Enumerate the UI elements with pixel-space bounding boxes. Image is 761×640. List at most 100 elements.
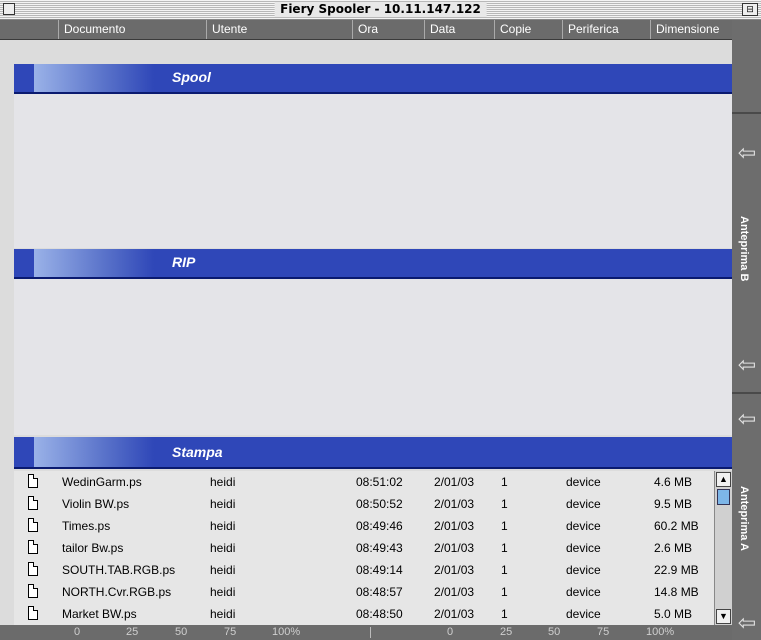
- rip-section-header[interactable]: RIP: [14, 249, 732, 279]
- spool-banner-image: [34, 64, 154, 92]
- job-name: Violin BW.ps: [62, 497, 130, 511]
- scale-label: 50: [548, 626, 561, 638]
- column-header-bar: Documento Utente Ora Data Copie Periferi…: [0, 20, 732, 40]
- spool-section-header[interactable]: Spool: [14, 64, 732, 94]
- table-row[interactable]: Market BW.ps heidi 08:48:50 2/01/03 1 de…: [14, 603, 714, 625]
- job-copies: 1: [501, 585, 508, 599]
- job-date: 2/01/03: [434, 563, 475, 577]
- table-row[interactable]: Violin BW.ps heidi 08:50:52 2/01/03 1 de…: [14, 493, 714, 515]
- scroll-down-arrow-icon[interactable]: ▼: [716, 609, 731, 624]
- job-time: 08:48:57: [356, 585, 403, 599]
- print-banner-image: [34, 437, 154, 467]
- job-size: 9.5 MB: [654, 497, 693, 511]
- scale-label: 0: [447, 626, 454, 638]
- job-time: 08:51:02: [356, 475, 403, 489]
- job-time: 08:49:43: [356, 541, 403, 555]
- preview-b-label[interactable]: Anteprima B: [738, 216, 750, 281]
- preview-a-bottom-arrow-icon[interactable]: ⇦: [736, 612, 758, 634]
- preview-a-arrow-icon[interactable]: ⇦: [736, 408, 758, 430]
- job-device: device: [566, 607, 601, 621]
- print-section-label: Stampa: [172, 444, 223, 460]
- job-copies: 1: [501, 541, 508, 555]
- job-name: Market BW.ps: [62, 607, 137, 621]
- job-name: NORTH.Cvr.RGB.ps: [62, 585, 172, 599]
- job-name: WedinGarm.ps: [62, 475, 142, 489]
- job-size: 22.9 MB: [654, 563, 699, 577]
- column-documento[interactable]: Documento: [58, 20, 206, 39]
- panel-divider: [732, 112, 761, 114]
- job-user: heidi: [210, 519, 236, 533]
- column-utente[interactable]: Utente: [206, 20, 352, 39]
- scale-label: 25: [500, 626, 513, 638]
- spool-job-list[interactable]: [14, 94, 732, 248]
- column-ora[interactable]: Ora: [352, 20, 424, 39]
- job-date: 2/01/03: [434, 585, 475, 599]
- job-date: 2/01/03: [434, 541, 475, 555]
- job-size: 14.8 MB: [654, 585, 699, 599]
- job-date: 2/01/03: [434, 519, 475, 533]
- print-job-list[interactable]: WedinGarm.ps heidi 08:51:02 2/01/03 1 de…: [14, 471, 714, 625]
- job-time: 08:49:14: [356, 563, 403, 577]
- progress-scale-bar: 0 25 50 75 100% 0 25 50 75 100%: [0, 625, 732, 640]
- table-row[interactable]: SOUTH.TAB.RGB.ps heidi 08:49:14 2/01/03 …: [14, 559, 714, 581]
- job-date: 2/01/03: [434, 475, 475, 489]
- job-copies: 1: [501, 497, 508, 511]
- document-icon: [28, 540, 38, 554]
- document-icon: [28, 562, 38, 576]
- scale-label: 100%: [272, 626, 301, 638]
- document-icon: [28, 496, 38, 510]
- rip-job-list[interactable]: [14, 279, 732, 435]
- table-row[interactable]: NORTH.Cvr.RGB.ps heidi 08:48:57 2/01/03 …: [14, 581, 714, 603]
- scale-label: 75: [597, 626, 610, 638]
- panel-divider: [732, 392, 761, 394]
- preview-b-arrow-icon[interactable]: ⇦: [736, 142, 758, 164]
- job-time: 08:50:52: [356, 497, 403, 511]
- scale-label: 0: [74, 626, 81, 638]
- job-device: device: [566, 585, 601, 599]
- scale-label: 100%: [646, 626, 675, 638]
- zoom-box-icon[interactable]: ⊟: [742, 3, 758, 16]
- job-device: device: [566, 541, 601, 555]
- scale-label: 50: [175, 626, 188, 638]
- job-copies: 1: [501, 475, 508, 489]
- document-icon: [28, 474, 38, 488]
- spool-section-label: Spool: [172, 69, 211, 85]
- window-title: Fiery Spooler - 10.11.147.122: [274, 2, 487, 17]
- rip-banner-image: [34, 249, 154, 277]
- document-icon: [28, 584, 38, 598]
- column-dimensione[interactable]: Dimensione: [650, 20, 732, 39]
- table-row[interactable]: tailor Bw.ps heidi 08:49:43 2/01/03 1 de…: [14, 537, 714, 559]
- scroll-thumb[interactable]: [717, 489, 730, 505]
- scroll-up-arrow-icon[interactable]: ▲: [716, 472, 731, 487]
- print-section-header[interactable]: Stampa: [14, 437, 732, 469]
- job-name: SOUTH.TAB.RGB.ps: [62, 563, 176, 577]
- job-size: 60.2 MB: [654, 519, 699, 533]
- scale-divider: [370, 627, 371, 638]
- job-user: heidi: [210, 475, 236, 489]
- preview-side-panel: ⇦ Anteprima B ⇦ ⇦ Anteprima A ⇦: [732, 20, 761, 640]
- close-box-icon[interactable]: [3, 3, 15, 15]
- job-date: 2/01/03: [434, 497, 475, 511]
- job-user: heidi: [210, 497, 236, 511]
- rip-section-label: RIP: [172, 254, 196, 270]
- preview-a-collapse-arrow-icon[interactable]: ⇦: [736, 354, 758, 376]
- preview-a-label[interactable]: Anteprima A: [738, 486, 750, 551]
- window-titlebar[interactable]: Fiery Spooler - 10.11.147.122 ⊟: [0, 0, 761, 20]
- job-user: heidi: [210, 607, 236, 621]
- job-user: heidi: [210, 563, 236, 577]
- job-device: device: [566, 519, 601, 533]
- document-icon: [28, 606, 38, 620]
- job-name: tailor Bw.ps: [62, 541, 124, 555]
- job-date: 2/01/03: [434, 607, 475, 621]
- job-time: 08:49:46: [356, 519, 403, 533]
- table-row[interactable]: WedinGarm.ps heidi 08:51:02 2/01/03 1 de…: [14, 471, 714, 493]
- scale-label: 25: [126, 626, 139, 638]
- column-data[interactable]: Data: [424, 20, 494, 39]
- job-name: Times.ps: [62, 519, 111, 533]
- job-copies: 1: [501, 563, 508, 577]
- vertical-scrollbar[interactable]: ▲ ▼: [714, 471, 733, 625]
- column-copie[interactable]: Copie: [494, 20, 562, 39]
- scale-label: 75: [224, 626, 237, 638]
- table-row[interactable]: Times.ps heidi 08:49:46 2/01/03 1 device…: [14, 515, 714, 537]
- column-periferica[interactable]: Periferica: [562, 20, 650, 39]
